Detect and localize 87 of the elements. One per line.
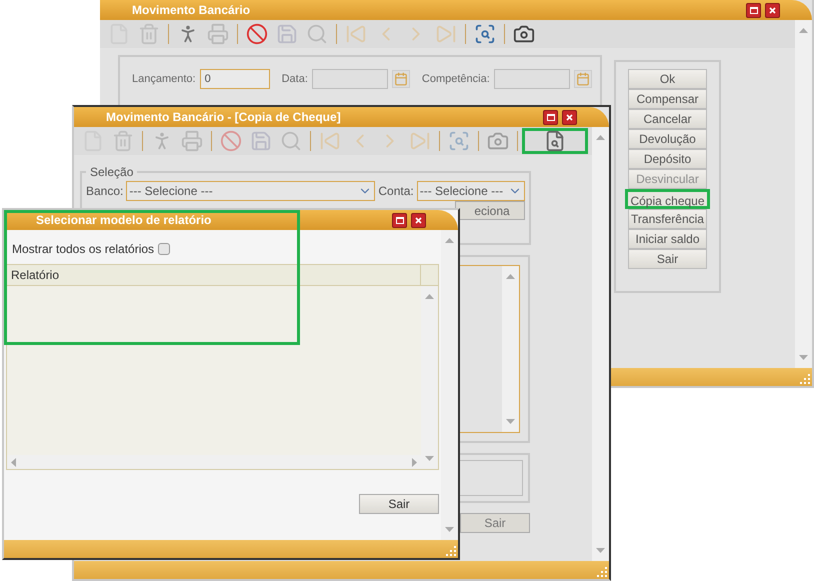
trash-icon <box>112 130 134 152</box>
close-button[interactable] <box>765 2 780 18</box>
maximize-icon <box>750 6 758 14</box>
scroll-up-icon <box>445 238 454 243</box>
action-button[interactable]: Depósito <box>628 149 707 169</box>
report-search-icon <box>448 130 470 152</box>
action-button[interactable]: Compensar <box>628 89 707 109</box>
last-record-icon <box>409 130 431 152</box>
scroll-down-icon <box>799 355 808 360</box>
action-button[interactable]: Cópia cheque <box>625 189 710 209</box>
scroll-up-icon <box>506 274 515 279</box>
select-button[interactable]: eciona <box>454 201 525 220</box>
exit-button[interactable]: Sair <box>460 513 530 533</box>
field-label: Conta: <box>378 183 414 200</box>
scroll-down-icon <box>445 527 454 532</box>
section-legend: Seleção <box>86 163 138 181</box>
column-header[interactable]: Relatório <box>7 265 60 285</box>
field-label: Competência: <box>422 72 490 87</box>
field-label: Banco: <box>86 183 124 200</box>
action-button[interactable]: Transferência <box>628 209 707 229</box>
maximize-icon <box>396 216 404 224</box>
checkbox[interactable] <box>158 243 170 255</box>
scroll-down-icon <box>506 419 515 424</box>
close-icon <box>415 216 422 224</box>
action-button[interactable]: Sair <box>628 249 707 269</box>
vertical-scrollbar[interactable] <box>502 266 519 432</box>
first-record-icon <box>319 130 341 152</box>
vertical-scrollbar[interactable] <box>441 230 458 540</box>
scroll-up-icon <box>425 294 434 299</box>
camera-icon <box>513 23 535 45</box>
printer-icon <box>207 23 229 45</box>
scroll-right-icon <box>412 458 417 466</box>
camera-icon <box>487 130 509 152</box>
maximize-button[interactable] <box>392 212 407 228</box>
calendar-icon <box>576 72 590 86</box>
select-value: --- Selecione --- <box>128 183 214 200</box>
calendar-icon <box>394 72 408 86</box>
document-search-icon <box>544 130 566 152</box>
action-button[interactable]: Cancelar <box>628 109 707 129</box>
cancel-icon <box>220 130 242 152</box>
printer-icon <box>181 130 203 152</box>
checkbox-label: Mostrar todos os relatórios <box>12 241 154 258</box>
action-button[interactable]: Devolução <box>628 129 707 149</box>
resize-grip-icon[interactable] <box>446 546 456 556</box>
action-button[interactable]: Ok <box>628 69 707 89</box>
window-title: Selecionar modelo de relatório <box>36 212 212 229</box>
search-icon <box>280 130 302 152</box>
save-icon <box>250 130 272 152</box>
text-field[interactable]: 0 <box>200 69 270 89</box>
select-field[interactable]: --- Selecione --- <box>416 181 525 201</box>
vertical-scrollbar[interactable] <box>795 20 812 368</box>
scroll-up-icon <box>596 135 605 140</box>
trash-icon <box>138 23 160 45</box>
close-icon <box>769 6 776 14</box>
scroll-down-icon <box>596 548 605 553</box>
window-title: Movimento Bancário - [Copia de Cheque] <box>106 109 342 126</box>
field-label: Lançamento: <box>132 72 196 87</box>
close-button[interactable] <box>562 110 577 124</box>
cancel-icon <box>246 23 268 45</box>
scroll-up-icon <box>799 28 808 33</box>
calendar-button[interactable] <box>392 70 410 88</box>
first-record-icon <box>345 23 367 45</box>
last-record-icon <box>435 23 457 45</box>
select-field[interactable]: --- Selecione --- <box>126 181 376 201</box>
date-field[interactable] <box>494 69 570 89</box>
select-value: --- Selecione --- <box>418 183 504 200</box>
maximize-icon <box>546 114 554 120</box>
resize-grip-icon[interactable] <box>597 567 607 577</box>
date-field[interactable] <box>312 69 388 89</box>
search-icon <box>306 23 328 45</box>
save-icon <box>276 23 298 45</box>
action-button[interactable]: Iniciar saldo <box>628 229 707 249</box>
report-search-icon <box>474 23 496 45</box>
close-button[interactable] <box>411 212 426 228</box>
resize-grip-icon[interactable] <box>800 374 810 384</box>
exit-button[interactable]: Sair <box>359 494 439 514</box>
scroll-left-icon <box>11 458 16 466</box>
document-search-tool[interactable] <box>522 128 588 154</box>
close-icon <box>566 114 573 120</box>
maximize-button[interactable] <box>746 2 761 18</box>
window-title: Movimento Bancário <box>132 2 252 19</box>
horizontal-scrollbar[interactable] <box>7 455 421 469</box>
maximize-button[interactable] <box>543 110 558 124</box>
calendar-button[interactable] <box>574 70 592 88</box>
vertical-scrollbar[interactable] <box>592 127 609 561</box>
field-label: Data: <box>282 72 308 87</box>
vertical-scrollbar[interactable] <box>421 286 438 469</box>
